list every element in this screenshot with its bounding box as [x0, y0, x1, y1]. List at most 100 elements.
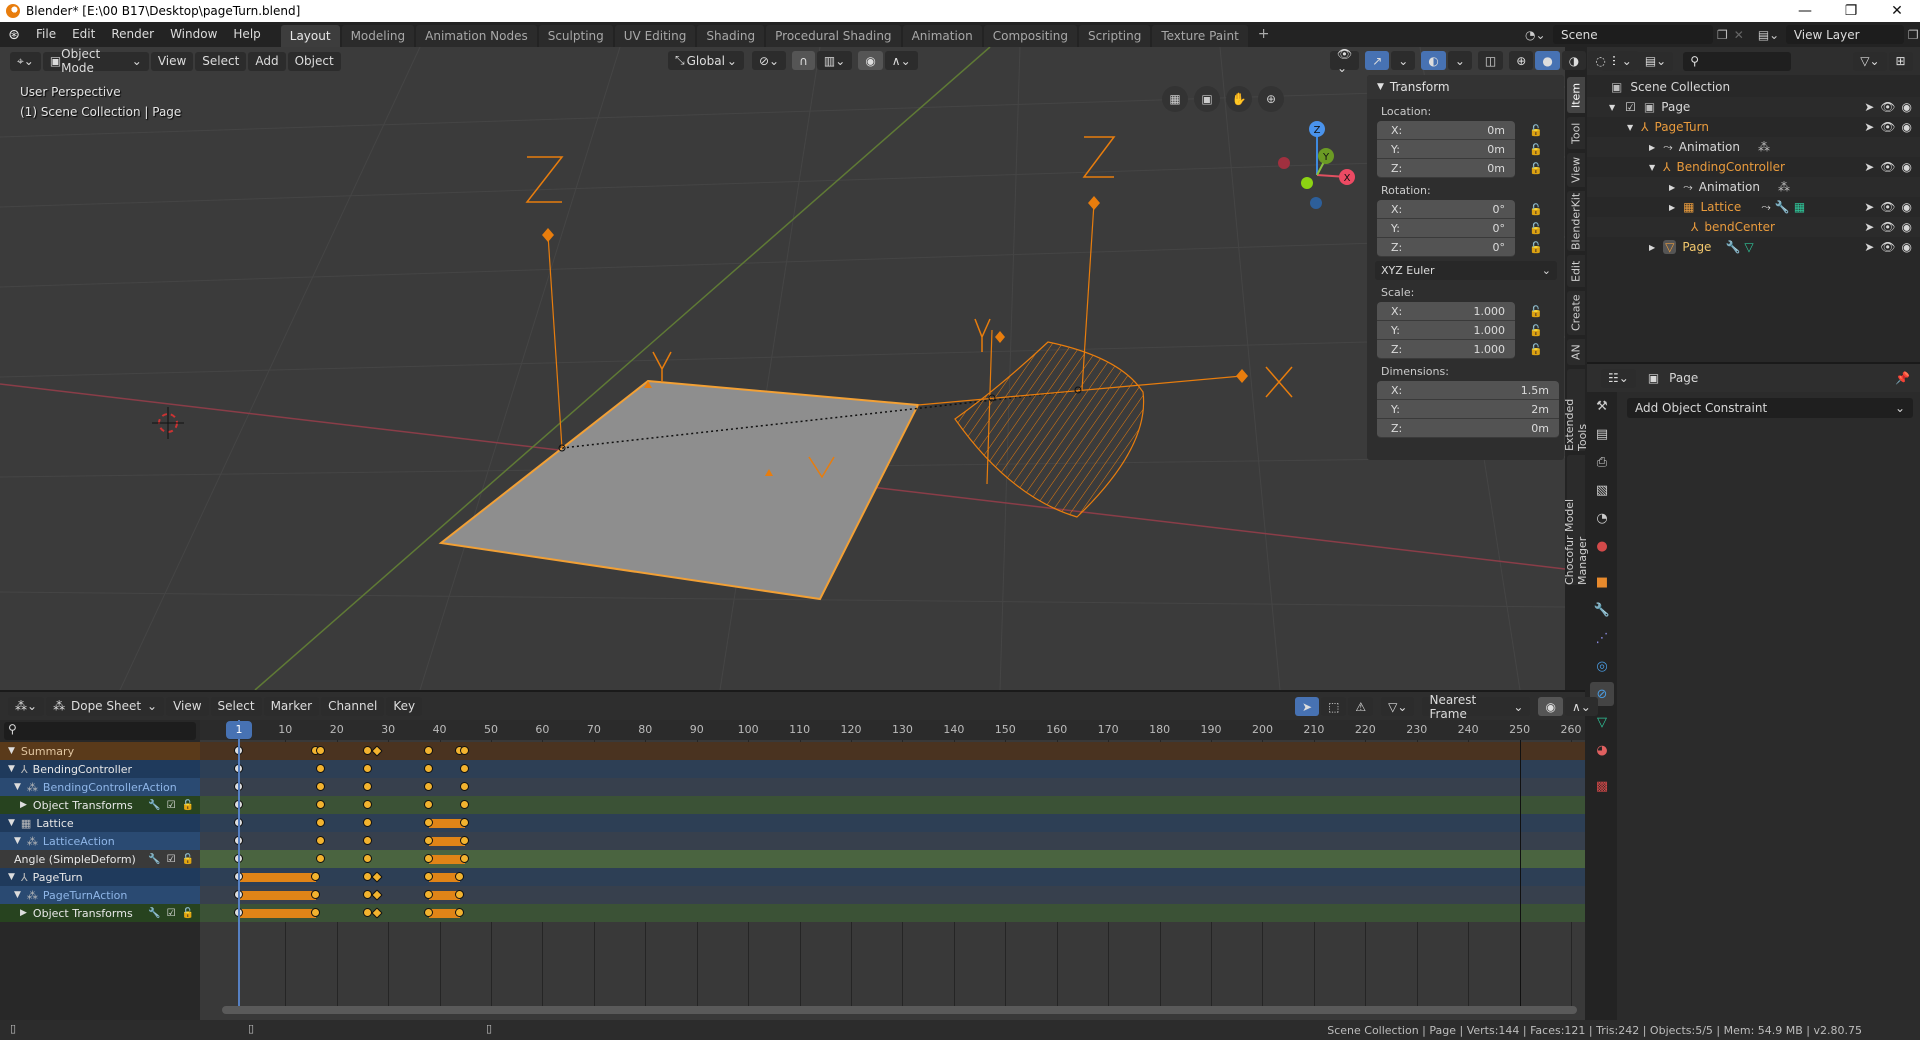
- dopesheet-menu-view[interactable]: View: [166, 696, 209, 716]
- shading-rendered[interactable]: ◌: [1588, 51, 1613, 70]
- keyframe[interactable]: [316, 782, 326, 791]
- expand-arrow-icon[interactable]: ▶: [20, 908, 27, 918]
- expand-arrow-icon[interactable]: ▶: [1669, 203, 1675, 212]
- dopesheet-keyframe-area[interactable]: 10 20 30 40 50 60 70 80 90 100 110 120 130 140 150 160 1…: [200, 720, 1585, 1020]
- selectable-arrow-icon[interactable]: ➤: [1864, 200, 1874, 214]
- shading-material[interactable]: ◑: [1561, 51, 1587, 70]
- keyframe[interactable]: [316, 836, 326, 845]
- snap-mode-select[interactable]: Nearest Frame ⌄: [1422, 693, 1531, 721]
- selectable-arrow-icon[interactable]: ➤: [1864, 160, 1874, 174]
- show-hidden-toggle[interactable]: ⬚: [1321, 697, 1347, 716]
- checkbox-icon[interactable]: ☑: [1625, 100, 1636, 114]
- eye-icon[interactable]: 👁: [1880, 220, 1895, 234]
- location-z-field[interactable]: Z: 0m: [1377, 159, 1515, 178]
- keyframe[interactable]: [460, 800, 470, 809]
- keyframe[interactable]: [424, 746, 434, 755]
- outliner-search-input[interactable]: ⚲: [1683, 51, 1792, 71]
- playhead[interactable]: [238, 720, 240, 1010]
- tab-scripting[interactable]: Scripting: [1078, 25, 1151, 47]
- keyframe[interactable]: [362, 800, 372, 809]
- sidebar-tab-tool[interactable]: Tool: [1567, 117, 1585, 149]
- expand-arrow-icon[interactable]: ▶: [1669, 183, 1675, 192]
- falloff-button[interactable]: ∧⌄: [884, 51, 918, 70]
- keyframe[interactable]: [460, 836, 470, 845]
- render-camera-icon[interactable]: ◉: [1902, 220, 1912, 234]
- channel-search-input[interactable]: ⚲: [4, 722, 196, 740]
- selectable-arrow-icon[interactable]: ➤: [1864, 100, 1874, 114]
- keyframe[interactable]: [311, 872, 321, 881]
- properties-editor-type[interactable]: ☷⌄: [1601, 368, 1636, 388]
- keyframe[interactable]: [371, 745, 383, 757]
- proportional-edit-toggle[interactable]: ◉: [858, 51, 883, 70]
- eye-icon[interactable]: 👁: [1880, 120, 1895, 134]
- render-camera-icon[interactable]: ◉: [1902, 200, 1912, 214]
- keyframe[interactable]: [455, 872, 465, 881]
- lattice-object[interactable]: [954, 341, 1145, 518]
- tab-uv-editing[interactable]: UV Editing: [614, 25, 696, 47]
- shading-menu[interactable]: ⌄: [1614, 51, 1639, 70]
- tab-modeling[interactable]: Modeling: [341, 25, 415, 47]
- keyframe[interactable]: [455, 890, 465, 899]
- sidebar-tab-view[interactable]: View: [1567, 153, 1585, 187]
- expand-arrow-icon[interactable]: ▼: [8, 746, 15, 756]
- scene-name-field[interactable]: Scene: [1553, 25, 1713, 44]
- keyframe[interactable]: [311, 908, 321, 917]
- keyframe[interactable]: [371, 889, 383, 901]
- scale-x-field[interactable]: X: 1.000: [1377, 302, 1515, 321]
- expand-arrow-icon[interactable]: ▶: [1649, 143, 1655, 152]
- navigation-gizmo[interactable]: Z Y X: [1278, 121, 1355, 209]
- view-layer-field[interactable]: View Layer: [1785, 25, 1904, 44]
- render-camera-icon[interactable]: ◉: [1902, 240, 1912, 254]
- modifier-wrench-icon[interactable]: 🔧: [148, 908, 160, 919]
- close-button[interactable]: ✕: [1874, 0, 1920, 22]
- scale-y-field[interactable]: Y: 1.000: [1377, 321, 1515, 340]
- 3d-cursor[interactable]: [152, 407, 184, 439]
- display-mode-button[interactable]: ▤⌄: [1637, 51, 1674, 71]
- expand-arrow-icon[interactable]: ▼: [14, 890, 21, 900]
- tab-animation[interactable]: Animation: [902, 25, 982, 47]
- sidebar-tab-create[interactable]: Create: [1567, 291, 1585, 335]
- outliner-item-bendingcontroller[interactable]: ▼ ⅄ BendingController ➤ 👁 ◉: [1587, 157, 1920, 177]
- keyframe[interactable]: [362, 872, 372, 881]
- channel-action[interactable]: ▼ ⁂ PageTurnAction: [0, 886, 200, 904]
- tab-animation-nodes[interactable]: Animation Nodes: [416, 25, 537, 47]
- particles-tab-icon[interactable]: ⋰: [1590, 626, 1614, 650]
- channel-summary[interactable]: ▼ Summary: [0, 742, 200, 760]
- keyframe[interactable]: [316, 854, 326, 863]
- scale-z-field[interactable]: Z: 1.000: [1377, 340, 1515, 359]
- pivot-point-button[interactable]: ⊘⌄: [752, 51, 787, 70]
- keyframe[interactable]: [362, 908, 372, 917]
- menu-window[interactable]: Window: [162, 22, 225, 47]
- sidebar-tab-edit[interactable]: Edit: [1567, 255, 1585, 287]
- selectable-arrow-icon[interactable]: ➤: [1864, 220, 1874, 234]
- dopesheet-menu-select[interactable]: Select: [210, 696, 262, 716]
- eye-icon[interactable]: 👁: [1880, 100, 1895, 114]
- new-collection-button[interactable]: ⊞: [1888, 51, 1913, 71]
- mute-checkbox-icon[interactable]: ☑: [167, 800, 176, 811]
- toggle-grid-view-icon[interactable]: ▦: [1162, 86, 1188, 112]
- rotation-x-field[interactable]: X: 0°: [1377, 200, 1515, 219]
- output-tab-icon[interactable]: ⎙: [1590, 450, 1614, 474]
- channel-object[interactable]: ▼ ⅄ BendingController: [0, 760, 200, 778]
- horizontal-scrollbar[interactable]: [222, 1006, 1577, 1014]
- sidebar-tab-an[interactable]: AN: [1567, 339, 1585, 365]
- outliner-item-pageturn[interactable]: ▼ ⅄ PageTurn ➤ 👁 ◉: [1587, 117, 1920, 137]
- channel-fcurve[interactable]: Angle (SimpleDeform) 🔧 ☑ 🔓: [0, 850, 200, 868]
- expand-arrow-icon[interactable]: ▼: [14, 836, 21, 846]
- 3d-viewport[interactable]: Z Y X ▦ ▣ ✋ ⊕ User Perspective (1) Scene…: [0, 47, 1565, 690]
- lock-icon[interactable]: 🔓: [182, 800, 194, 811]
- keyframe[interactable]: [362, 764, 372, 773]
- eye-icon[interactable]: 👁: [1880, 200, 1895, 214]
- tab-sculpting[interactable]: Sculpting: [538, 25, 613, 47]
- selectable-arrow-icon[interactable]: ➤: [1864, 240, 1874, 254]
- visibility-button[interactable]: 👁⌄: [1330, 47, 1360, 75]
- keyframe[interactable]: [424, 800, 434, 809]
- keyframe[interactable]: [460, 746, 470, 755]
- pan-hand-icon[interactable]: ✋: [1226, 86, 1252, 112]
- keyframe[interactable]: [316, 818, 326, 827]
- channel-object[interactable]: ▼ ⅄ PageTurn: [0, 868, 200, 886]
- menu-add[interactable]: Add: [248, 51, 286, 71]
- render-camera-icon[interactable]: ◉: [1902, 120, 1912, 134]
- new-view-layer-icon[interactable]: ❐: [1908, 28, 1919, 42]
- dimensions-z-field[interactable]: Z: 0m: [1377, 419, 1559, 438]
